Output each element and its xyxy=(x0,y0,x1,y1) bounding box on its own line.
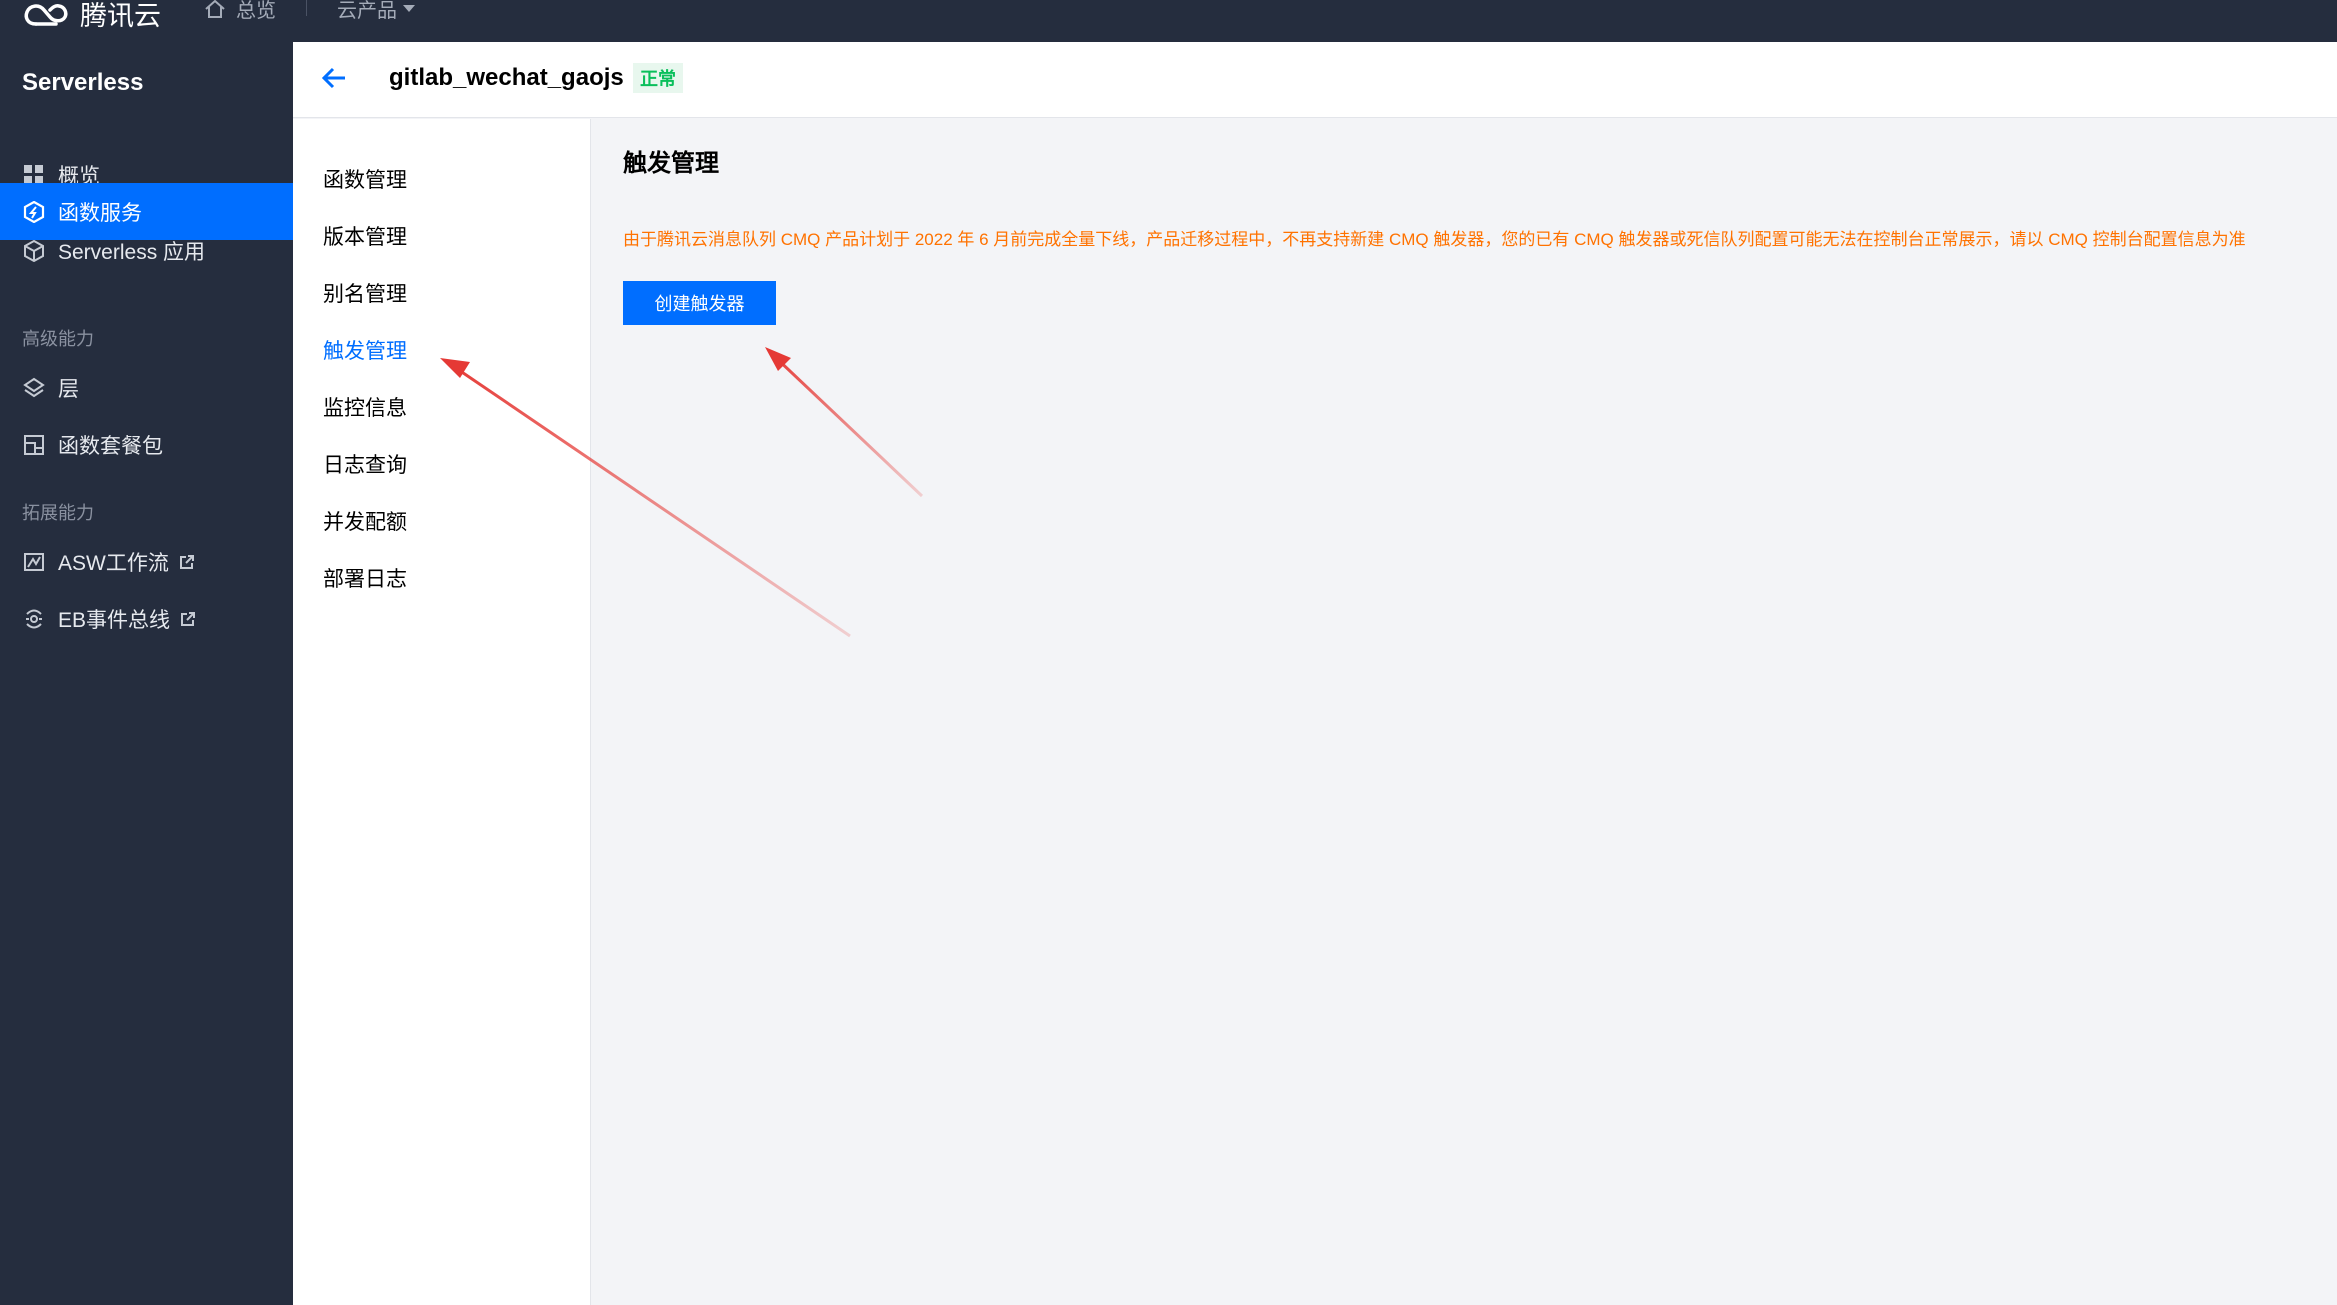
home-label: 总览 xyxy=(236,0,276,22)
brand-name: 腾讯云 xyxy=(80,1,161,31)
sidebar-item-asw-workflow[interactable]: ASW工作流 xyxy=(0,533,293,590)
sidebar: Serverless 概览 函数服务 Serverless 应用 高级能力 层 … xyxy=(0,42,293,1305)
sidebar-item-label: ASW工作流 xyxy=(58,551,169,575)
topbar-home-link[interactable]: 总览 xyxy=(204,0,276,23)
function-subnav: 函数管理 版本管理 别名管理 触发管理 监控信息 日志查询 并发配额 部署日志 xyxy=(293,119,591,1305)
sidebar-group-advanced: 高级能力 xyxy=(22,329,94,349)
subnav-item-log-query[interactable]: 日志查询 xyxy=(323,449,407,479)
package-icon xyxy=(22,433,46,457)
function-icon xyxy=(22,200,46,224)
status-badge: 正常 xyxy=(633,63,683,93)
cube-icon xyxy=(22,239,46,263)
page-title: 触发管理 xyxy=(623,150,719,177)
sidebar-item-eventbus[interactable]: EB事件总线 xyxy=(0,590,293,647)
subnav-item-deploy-log[interactable]: 部署日志 xyxy=(323,563,407,593)
eventbus-icon xyxy=(22,607,46,631)
sidebar-item-serverless-app[interactable]: Serverless 应用 xyxy=(0,222,293,279)
sidebar-item-package[interactable]: 函数套餐包 xyxy=(0,416,293,473)
function-header: gitlab_wechat_gaojs 正常 xyxy=(293,42,2337,118)
brand-logo[interactable]: 腾讯云 xyxy=(22,0,161,33)
sidebar-item-label: Serverless 应用 xyxy=(58,240,206,264)
top-bar: 腾讯云 总览 云产品 xyxy=(0,0,2337,42)
sidebar-item-label: 函数套餐包 xyxy=(58,434,163,458)
products-label: 云产品 xyxy=(337,0,397,22)
external-link-icon xyxy=(179,554,195,570)
home-icon xyxy=(205,0,225,18)
subnav-item-monitoring[interactable]: 监控信息 xyxy=(323,392,407,422)
subnav-item-trigger-management[interactable]: 触发管理 xyxy=(323,335,407,365)
back-arrow-icon[interactable] xyxy=(321,66,347,95)
sidebar-item-layers[interactable]: 层 xyxy=(0,359,293,416)
sidebar-title: Serverless xyxy=(22,69,144,96)
workflow-icon xyxy=(22,550,46,574)
subnav-item-version-management[interactable]: 版本管理 xyxy=(323,221,407,251)
sidebar-group-extend: 拓展能力 xyxy=(22,503,94,523)
create-trigger-button[interactable]: 创建触发器 xyxy=(623,281,776,325)
function-name: gitlab_wechat_gaojs xyxy=(389,64,624,91)
sidebar-item-label: 层 xyxy=(58,377,79,401)
external-link-icon xyxy=(180,611,196,627)
layers-icon xyxy=(22,376,46,400)
subnav-item-concurrency-quota[interactable]: 并发配额 xyxy=(323,506,407,536)
cmq-notice-text: 由于腾讯云消息队列 CMQ 产品计划于 2022 年 6 月前完成全量下线，产品… xyxy=(623,230,2246,249)
topbar-divider xyxy=(306,0,307,16)
chevron-down-icon xyxy=(403,5,415,12)
trigger-content-panel: 触发管理 由于腾讯云消息队列 CMQ 产品计划于 2022 年 6 月前完成全量… xyxy=(591,119,2337,1305)
subnav-item-function-management[interactable]: 函数管理 xyxy=(323,164,407,194)
cloud-logo-icon xyxy=(24,3,68,26)
subnav-item-alias-management[interactable]: 别名管理 xyxy=(323,278,407,308)
topbar-products-menu[interactable]: 云产品 xyxy=(337,0,415,23)
sidebar-item-label: EB事件总线 xyxy=(58,608,171,632)
